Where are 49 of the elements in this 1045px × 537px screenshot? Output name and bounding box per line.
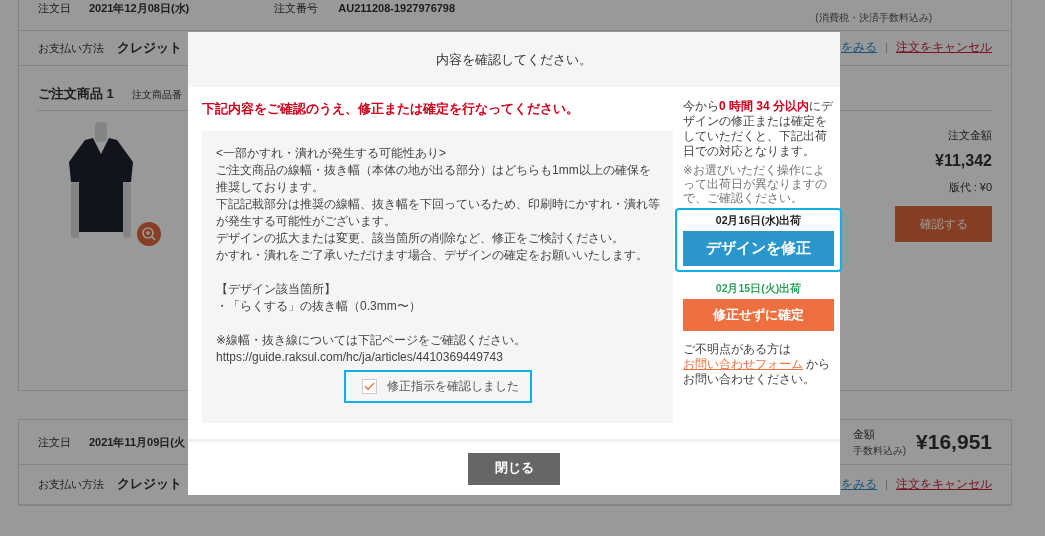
confirm-button[interactable]: 修正せずに確定 xyxy=(682,298,834,332)
instruction-heading: 下記内容をご確認のうえ、修正または確定を行なってください。 xyxy=(202,100,580,118)
item-title: ご注文商品 1 xyxy=(38,85,114,103)
order-number-label: 注文番号 xyxy=(274,1,319,16)
notice-text: デザインの拡大または変更、該当箇所の削除など、修正をご検討ください。 xyxy=(216,229,625,247)
payment-method: クレジット xyxy=(117,476,182,494)
payment-method: クレジット xyxy=(117,39,182,57)
notice-text: ご注文商品の線幅・抜き幅（本体の地が出る部分）はどちらも1mm以上の確保を推奨しております。 xyxy=(216,161,652,196)
details-link[interactable]: をみる xyxy=(841,475,877,494)
details-link[interactable]: をみる xyxy=(841,39,877,57)
order-date-label: 注文日 xyxy=(38,1,71,16)
deadline-text: 今から0 時間 34 分以内にデザインの修正または確定をしていただくと、下記出荷日での対応となります。 xyxy=(682,99,834,159)
total-note: 手数料込み) xyxy=(852,443,907,458)
contact-form-link[interactable]: お問い合わせフォーム xyxy=(682,357,803,372)
order-total: ¥16,951 xyxy=(916,429,992,456)
notice-text: 【デザイン該当箇所】 xyxy=(216,280,337,298)
ship-date: 02月15日(火)出荷 xyxy=(714,280,803,296)
dialog-title: 内容を確認してください。 xyxy=(436,50,592,69)
note-text: ※お選びいただく操作によって出荷日が異なりますので、ご確認ください。 xyxy=(682,163,828,205)
order-date: 2021年12月08日(水) xyxy=(89,1,190,16)
total-note: (消費税・決済手数料込み) xyxy=(815,11,932,25)
confirm-button[interactable]: 確認する xyxy=(895,205,992,242)
item-number-label: 注文商品番 xyxy=(131,88,182,102)
plate-fee: 版代 : ¥0 xyxy=(948,180,992,195)
contact-text: ご不明点がある方は お問い合わせフォーム からお問い合わせください。 xyxy=(682,342,832,388)
order-number: AU211208-1927976798 xyxy=(338,1,456,16)
notice-text: ※線幅・抜き線については下記ページをご確認ください。 xyxy=(216,331,528,349)
payment-label: お支払い方法 xyxy=(38,477,104,493)
notice-text: ・「らくする」の抜き幅（0.3mm〜） xyxy=(216,297,422,315)
payment-label: お支払い方法 xyxy=(38,40,104,56)
total-label: 金額 xyxy=(852,427,876,443)
cancel-link[interactable]: 注文をキャンセル xyxy=(896,39,992,57)
revise-design-button[interactable]: デザインを修正 xyxy=(682,231,834,266)
separator: | xyxy=(885,476,888,492)
checkmark-icon xyxy=(364,381,376,391)
zoom-in-icon[interactable] xyxy=(137,221,161,246)
close-button[interactable]: 閉じる xyxy=(468,452,560,485)
notice-text: 下記記載部分は推奨の線幅、抜き幅を下回っているため、印刷時にかすれ・潰れ等が発生する可能性がございます。 xyxy=(216,195,661,230)
notice-text: かすれ・潰れをご了承いただけます場合、デザインの確定をお願いいたします。 xyxy=(216,246,649,264)
cancel-link[interactable]: 注文をキャンセル xyxy=(896,475,992,494)
order-date-label: 注文日 xyxy=(38,434,71,450)
separator: | xyxy=(885,40,888,56)
order-amount: ¥11,342 xyxy=(935,151,992,171)
notice-text: https://guide.raksul.com/hc/ja/articles/4410369449743 xyxy=(216,348,504,366)
ship-date: 02月16日(水)出荷 xyxy=(714,213,803,228)
confirm-checkbox[interactable]: 修正指示を確認しました xyxy=(344,369,533,403)
order-date: 2021年11月09日(火 xyxy=(89,434,185,450)
notice-text: <一部かすれ・潰れが発生する可能性あり> xyxy=(216,144,447,162)
amount-label: 注文金額 xyxy=(948,127,992,143)
